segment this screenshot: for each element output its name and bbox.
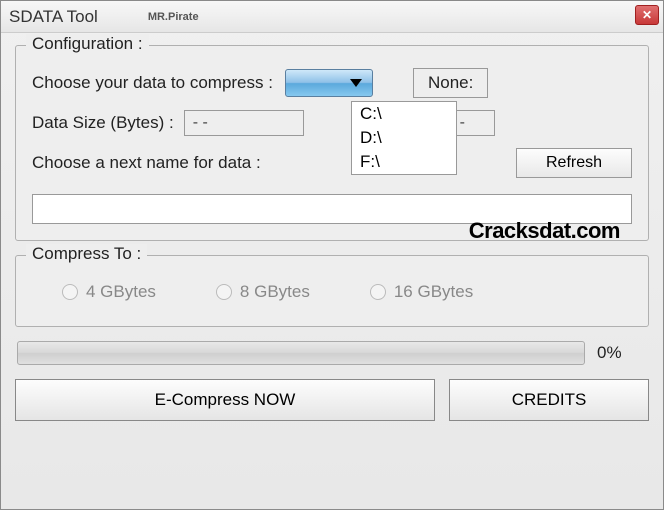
radio-8gb[interactable]: 8 GBytes — [216, 282, 310, 302]
credits-button[interactable]: CREDITS — [449, 379, 649, 421]
radio-icon — [216, 284, 232, 300]
choose-data-row: Choose your data to compress : None: — [32, 68, 632, 98]
configuration-legend: Configuration : — [26, 34, 149, 54]
configuration-group: Configuration : Choose your data to comp… — [15, 45, 649, 241]
drive-option-d[interactable]: D:\ — [352, 126, 456, 150]
choose-name-row: Choose a next name for data : Refresh — [32, 148, 632, 178]
radio-icon — [370, 284, 386, 300]
compress-to-group: Compress To : 4 GBytes 8 GBytes 16 GByte… — [15, 255, 649, 327]
progress-row: 0% — [17, 341, 647, 365]
radio-16gb-label: 16 GBytes — [394, 282, 473, 302]
drive-option-c[interactable]: C:\ — [352, 102, 456, 126]
progress-bar — [17, 341, 585, 365]
compress-to-legend: Compress To : — [26, 244, 147, 264]
watermark-text: Cracksdat.com — [469, 218, 620, 244]
drive-combobox[interactable] — [285, 69, 373, 97]
window-subtitle: MR.Pirate — [148, 11, 199, 23]
window-title: SDATA Tool — [9, 7, 98, 27]
app-window: SDATA Tool MR.Pirate ✕ Configuration : C… — [0, 0, 664, 510]
choose-data-label: Choose your data to compress : — [32, 73, 273, 93]
radio-16gb[interactable]: 16 GBytes — [370, 282, 473, 302]
choose-name-label: Choose a next name for data : — [32, 153, 261, 173]
close-button[interactable]: ✕ — [635, 5, 659, 25]
progress-percent: 0% — [597, 343, 647, 363]
data-size-row: Data Size (Bytes) : ) : — [32, 110, 632, 136]
data-size-field[interactable] — [184, 110, 304, 136]
radio-4gb-label: 4 GBytes — [86, 282, 156, 302]
content-area: Configuration : Choose your data to comp… — [1, 33, 663, 433]
data-size-label: Data Size (Bytes) : — [32, 113, 174, 133]
compress-options-row: 4 GBytes 8 GBytes 16 GBytes — [32, 276, 632, 308]
radio-4gb[interactable]: 4 GBytes — [62, 282, 156, 302]
drive-option-f[interactable]: F:\ — [352, 150, 456, 174]
action-buttons-row: E-Compress NOW CREDITS — [15, 379, 649, 421]
titlebar: SDATA Tool MR.Pirate ✕ — [1, 1, 663, 33]
none-display: None: — [413, 68, 488, 98]
compress-now-button[interactable]: E-Compress NOW — [15, 379, 435, 421]
radio-icon — [62, 284, 78, 300]
chevron-down-icon — [350, 79, 362, 87]
drive-dropdown-list: C:\ D:\ F:\ — [351, 101, 457, 175]
refresh-button[interactable]: Refresh — [516, 148, 632, 178]
close-icon: ✕ — [642, 8, 652, 22]
radio-8gb-label: 8 GBytes — [240, 282, 310, 302]
